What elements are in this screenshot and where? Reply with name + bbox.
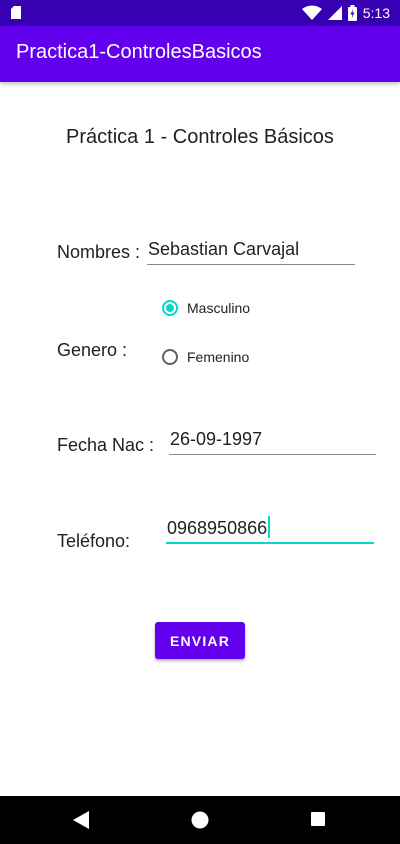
- radio-femenino[interactable]: Femenino: [162, 349, 249, 365]
- fecha-nac-label: Fecha Nac :: [57, 435, 155, 455]
- battery-icon: [347, 5, 357, 21]
- radio-masculino[interactable]: Masculino: [162, 300, 250, 316]
- nombres-value: Sebastian Carvajal: [148, 239, 300, 259]
- radio-femenino-label: Femenino: [187, 349, 250, 365]
- nombres-label: Nombres :: [57, 242, 141, 262]
- page-heading: Práctica 1 - Controles Básicos: [66, 126, 334, 148]
- status-bar: 5:13: [0, 0, 400, 26]
- app-title: Practica1-ControlesBasicos: [16, 41, 262, 63]
- fecha-nac-input[interactable]: 26-09-1997: [169, 429, 376, 455]
- sd-card-icon: [11, 6, 21, 19]
- telefono-label: Teléfono:: [57, 531, 131, 551]
- app-bar: Practica1-ControlesBasicos: [0, 26, 400, 82]
- fecha-nac-value: 26-09-1997: [170, 429, 263, 449]
- enviar-button[interactable]: ENVIAR: [155, 622, 245, 659]
- text-cursor: [268, 516, 271, 538]
- radio-masculino-label: Masculino: [187, 300, 251, 316]
- status-time: 5:13: [362, 5, 390, 21]
- telefono-value: 0968950866: [167, 518, 268, 538]
- telefono-input[interactable]: 0968950866: [166, 516, 374, 544]
- cell-signal-icon: [327, 6, 342, 20]
- nombres-input[interactable]: Sebastian Carvajal: [147, 239, 355, 265]
- back-icon[interactable]: [73, 811, 89, 829]
- home-icon[interactable]: [191, 811, 209, 829]
- navigation-bar: [0, 796, 400, 844]
- radio-masculino-circle[interactable]: [162, 300, 178, 316]
- radio-femenino-circle[interactable]: [162, 349, 178, 365]
- recents-icon[interactable]: [311, 812, 325, 826]
- wifi-icon: [301, 5, 322, 20]
- genero-label: Genero :: [57, 340, 128, 360]
